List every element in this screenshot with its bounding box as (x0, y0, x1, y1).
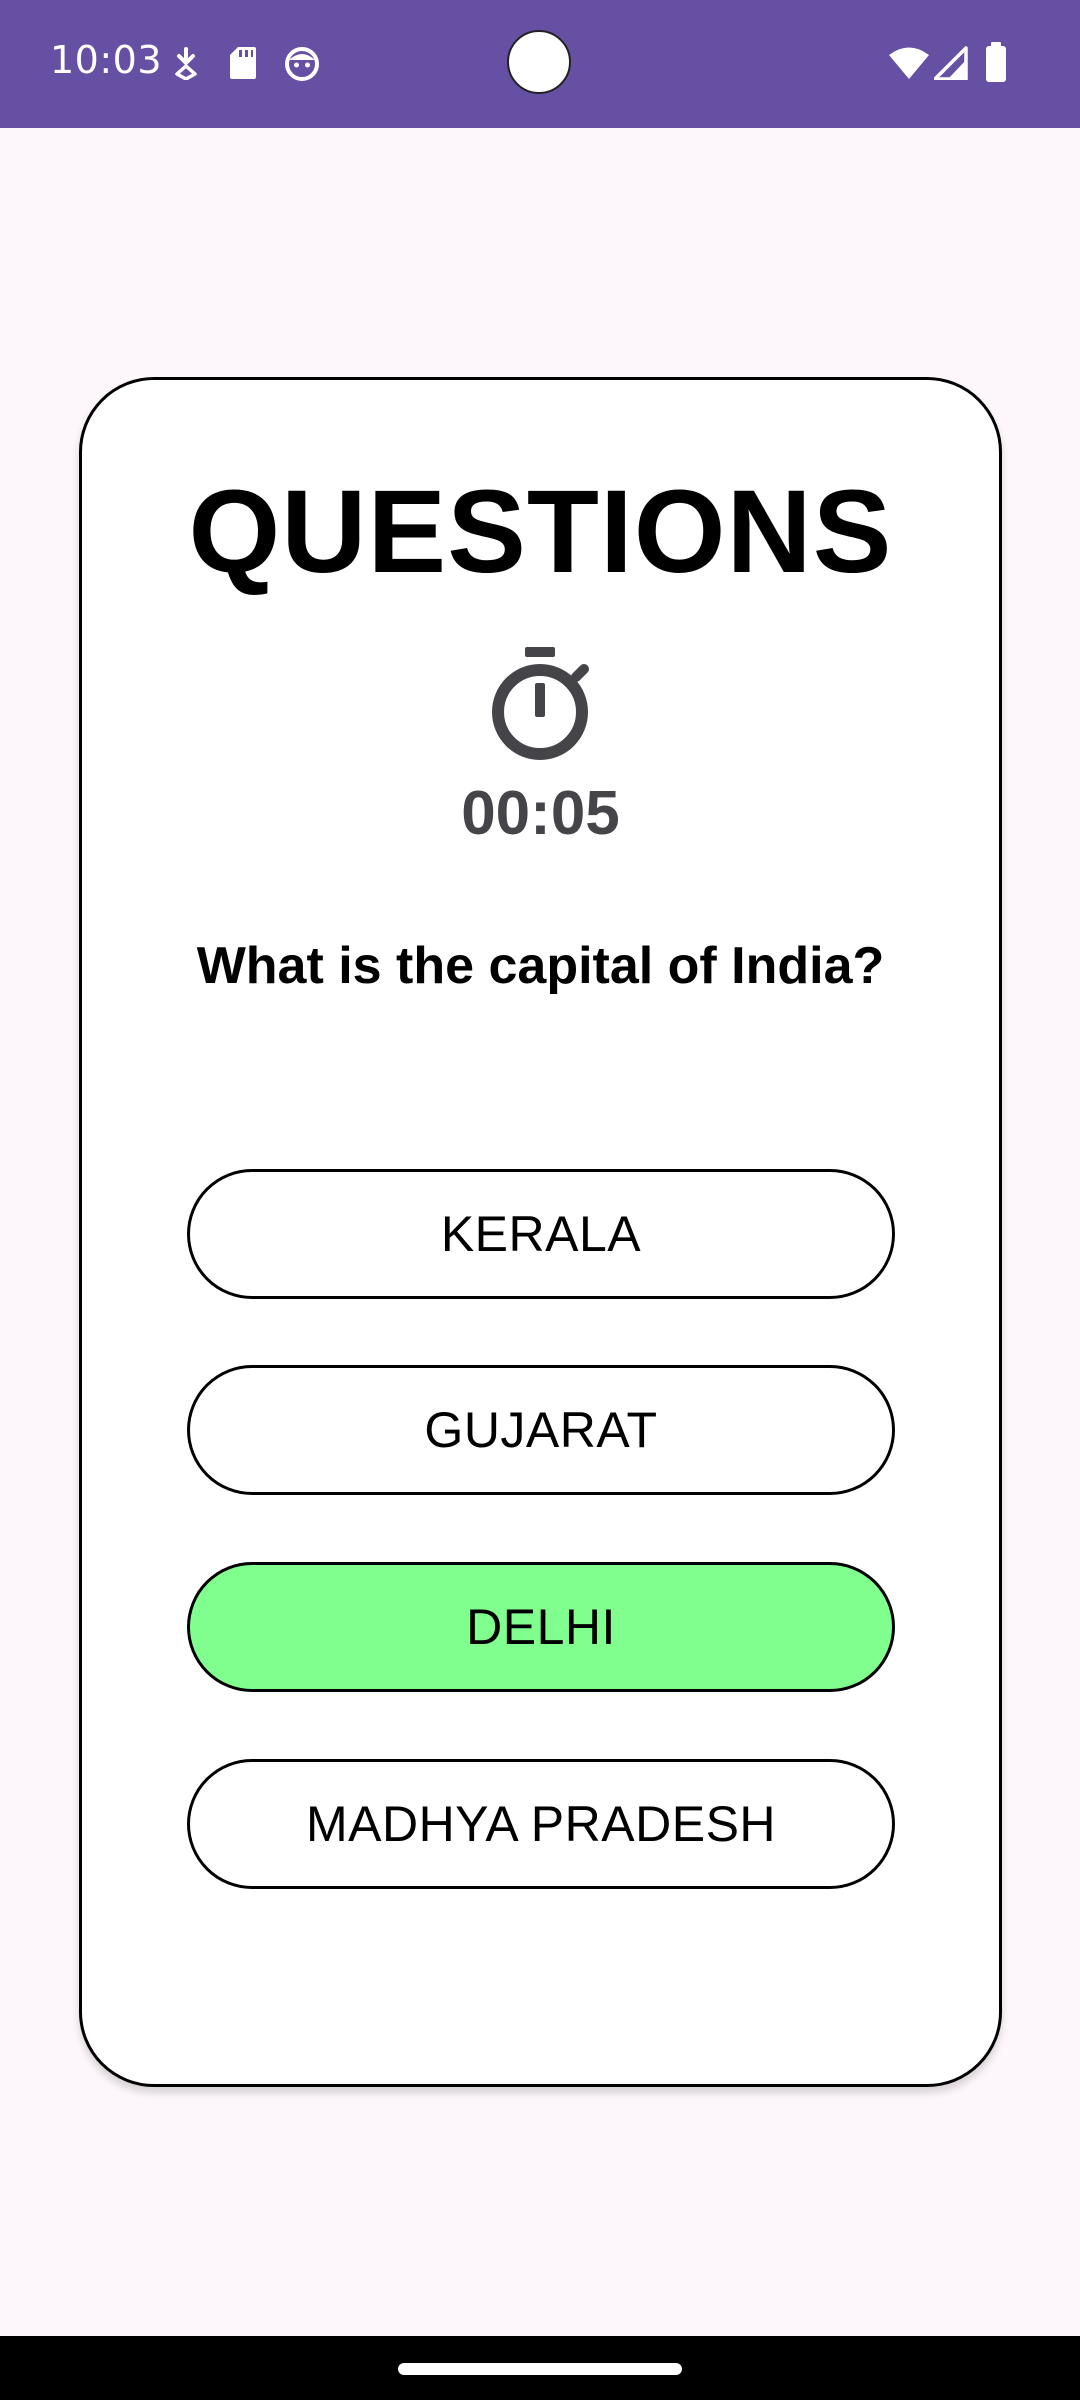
status-bar: 10:03 (0, 0, 1080, 128)
sd-card-icon (229, 46, 257, 85)
battery-icon (985, 42, 1007, 87)
question-card: QUESTIONS 00:05 What is the capital of I… (79, 377, 1002, 2087)
option-button-gujarat[interactable]: GUJARAT (187, 1365, 895, 1495)
timer-display: 00:05 (461, 779, 620, 848)
download-notification-icon (173, 46, 199, 85)
wifi-icon (888, 46, 930, 85)
option-button-kerala[interactable]: KERALA (187, 1169, 895, 1299)
page-title: QUESTIONS (188, 466, 893, 598)
cellular-signal-icon (933, 46, 968, 85)
camera-cutout (507, 30, 571, 94)
stopwatch-icon (492, 647, 596, 763)
face-icon (284, 46, 320, 87)
home-gesture-handle[interactable] (398, 2363, 682, 2375)
option-button-delhi[interactable]: DELHI (187, 1562, 895, 1692)
option-button-madhya-pradesh[interactable]: MADHYA PRADESH (187, 1759, 895, 1889)
question-text: What is the capital of India? (196, 937, 885, 995)
status-time: 10:03 (50, 38, 163, 82)
